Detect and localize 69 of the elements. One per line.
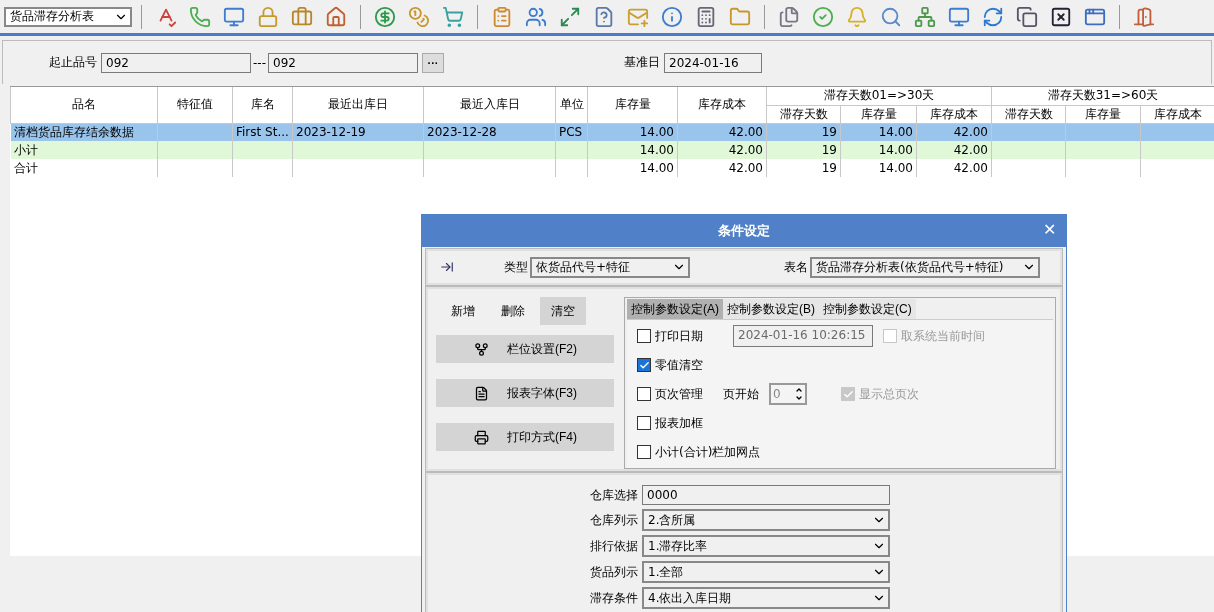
checkbox-label: 页次管理 [655,385,703,403]
param-field[interactable]: 0000 [642,485,890,505]
side-button[interactable]: 栏位设置(F2) [436,335,614,363]
checkbox[interactable] [637,329,651,343]
checkbox-label: 显示总页次 [859,385,919,403]
tab[interactable]: 控制参数设定(C) [819,299,916,319]
param-select[interactable]: 4.依出入库日期 [642,587,890,609]
printer-icon [474,429,489,445]
type-label: 类型 [504,258,528,276]
param-label: 货品列示 [589,563,638,581]
spinner-label: 页开始 [723,385,759,403]
side-button[interactable]: 报表字体(F3) [436,379,614,407]
to-field[interactable]: 092 [268,52,418,73]
tab[interactable]: 控制参数设定(A) [627,299,723,319]
column-header: 最近出库日 [292,87,424,123]
param-label: 仓库选择 [589,486,638,504]
name-label: 表名 [784,258,808,276]
base-date-label: 基准日 [624,54,660,71]
action-button[interactable]: 删除 [490,297,536,325]
close-button[interactable]: ✕ [1041,221,1058,239]
table-cell: 42.00 [916,159,992,177]
param-label: 排行依据 [589,537,638,555]
side-button[interactable]: 打印方式(F4) [436,423,614,451]
table-cell: 14.00 [840,159,917,177]
checkbox-label: 报表加框 [655,414,703,432]
checkbox[interactable] [637,358,651,372]
group-header: 滞存天数01=>30天 [766,87,992,105]
param-select[interactable]: 1.滞存比率 [642,535,890,557]
check-icon [842,388,854,400]
table-cell: 14.00 [587,159,678,177]
from-field[interactable]: 092 [101,52,251,73]
column-header: 特征值 [157,87,233,123]
column-header: 品名 [10,87,158,123]
param-select[interactable]: 1.全部 [642,561,890,583]
action-button[interactable]: 新增 [440,297,486,325]
checkbox-label: 小计(合计)栏加网点 [655,443,761,461]
table-row[interactable]: 小计 14.00 42.00 19 14.00 42.00 [10,141,1214,159]
checkbox[interactable] [637,445,651,459]
param-label: 仓库列示 [589,511,638,529]
param-label: 滞存条件 [589,589,638,607]
base-date-field[interactable]: 2024-01-16 [664,52,762,73]
column-header: 库名 [232,87,293,123]
name-select[interactable]: 货品滞存分析表(依货品代号+特征) [810,256,1040,278]
report-select[interactable]: 货品滞存分析表 [4,6,132,27]
browse-button[interactable]: ··· [422,52,444,73]
column-header: 最近入库日 [423,87,556,123]
report-type-icon [440,260,454,274]
group-header: 滞存天数31=>60天 [991,87,1214,105]
checkbox[interactable] [637,387,651,401]
column-header: 单位 [555,87,588,123]
check-icon [638,359,650,371]
table-cell: 42.00 [677,159,767,177]
type-select[interactable]: 依货品代号+特征 [530,256,690,278]
table-cell: 合计 [10,159,158,177]
document-icon [474,385,489,401]
range-label: 起止品号 [49,54,97,71]
action-button[interactable]: 清空 [540,297,586,325]
param-select[interactable]: 2.含所属 [642,509,890,531]
checkbox-label: 零值清空 [655,356,703,374]
column-header: 库存成本 [677,87,767,123]
dialog-title: 条件设定 [718,222,770,240]
checkbox[interactable] [637,416,651,430]
tab[interactable]: 控制参数设定(B) [723,299,819,319]
table-row[interactable]: 合计 14.00 42.00 19 14.00 42.00 [10,159,1214,177]
table-cell: 19 [766,159,841,177]
range-separator: --- [253,55,266,70]
checkbox-label: 取系统当前时间 [901,327,985,345]
column-header: 库存量 [587,87,678,123]
checkbox-label: 打印日期 [655,327,703,345]
